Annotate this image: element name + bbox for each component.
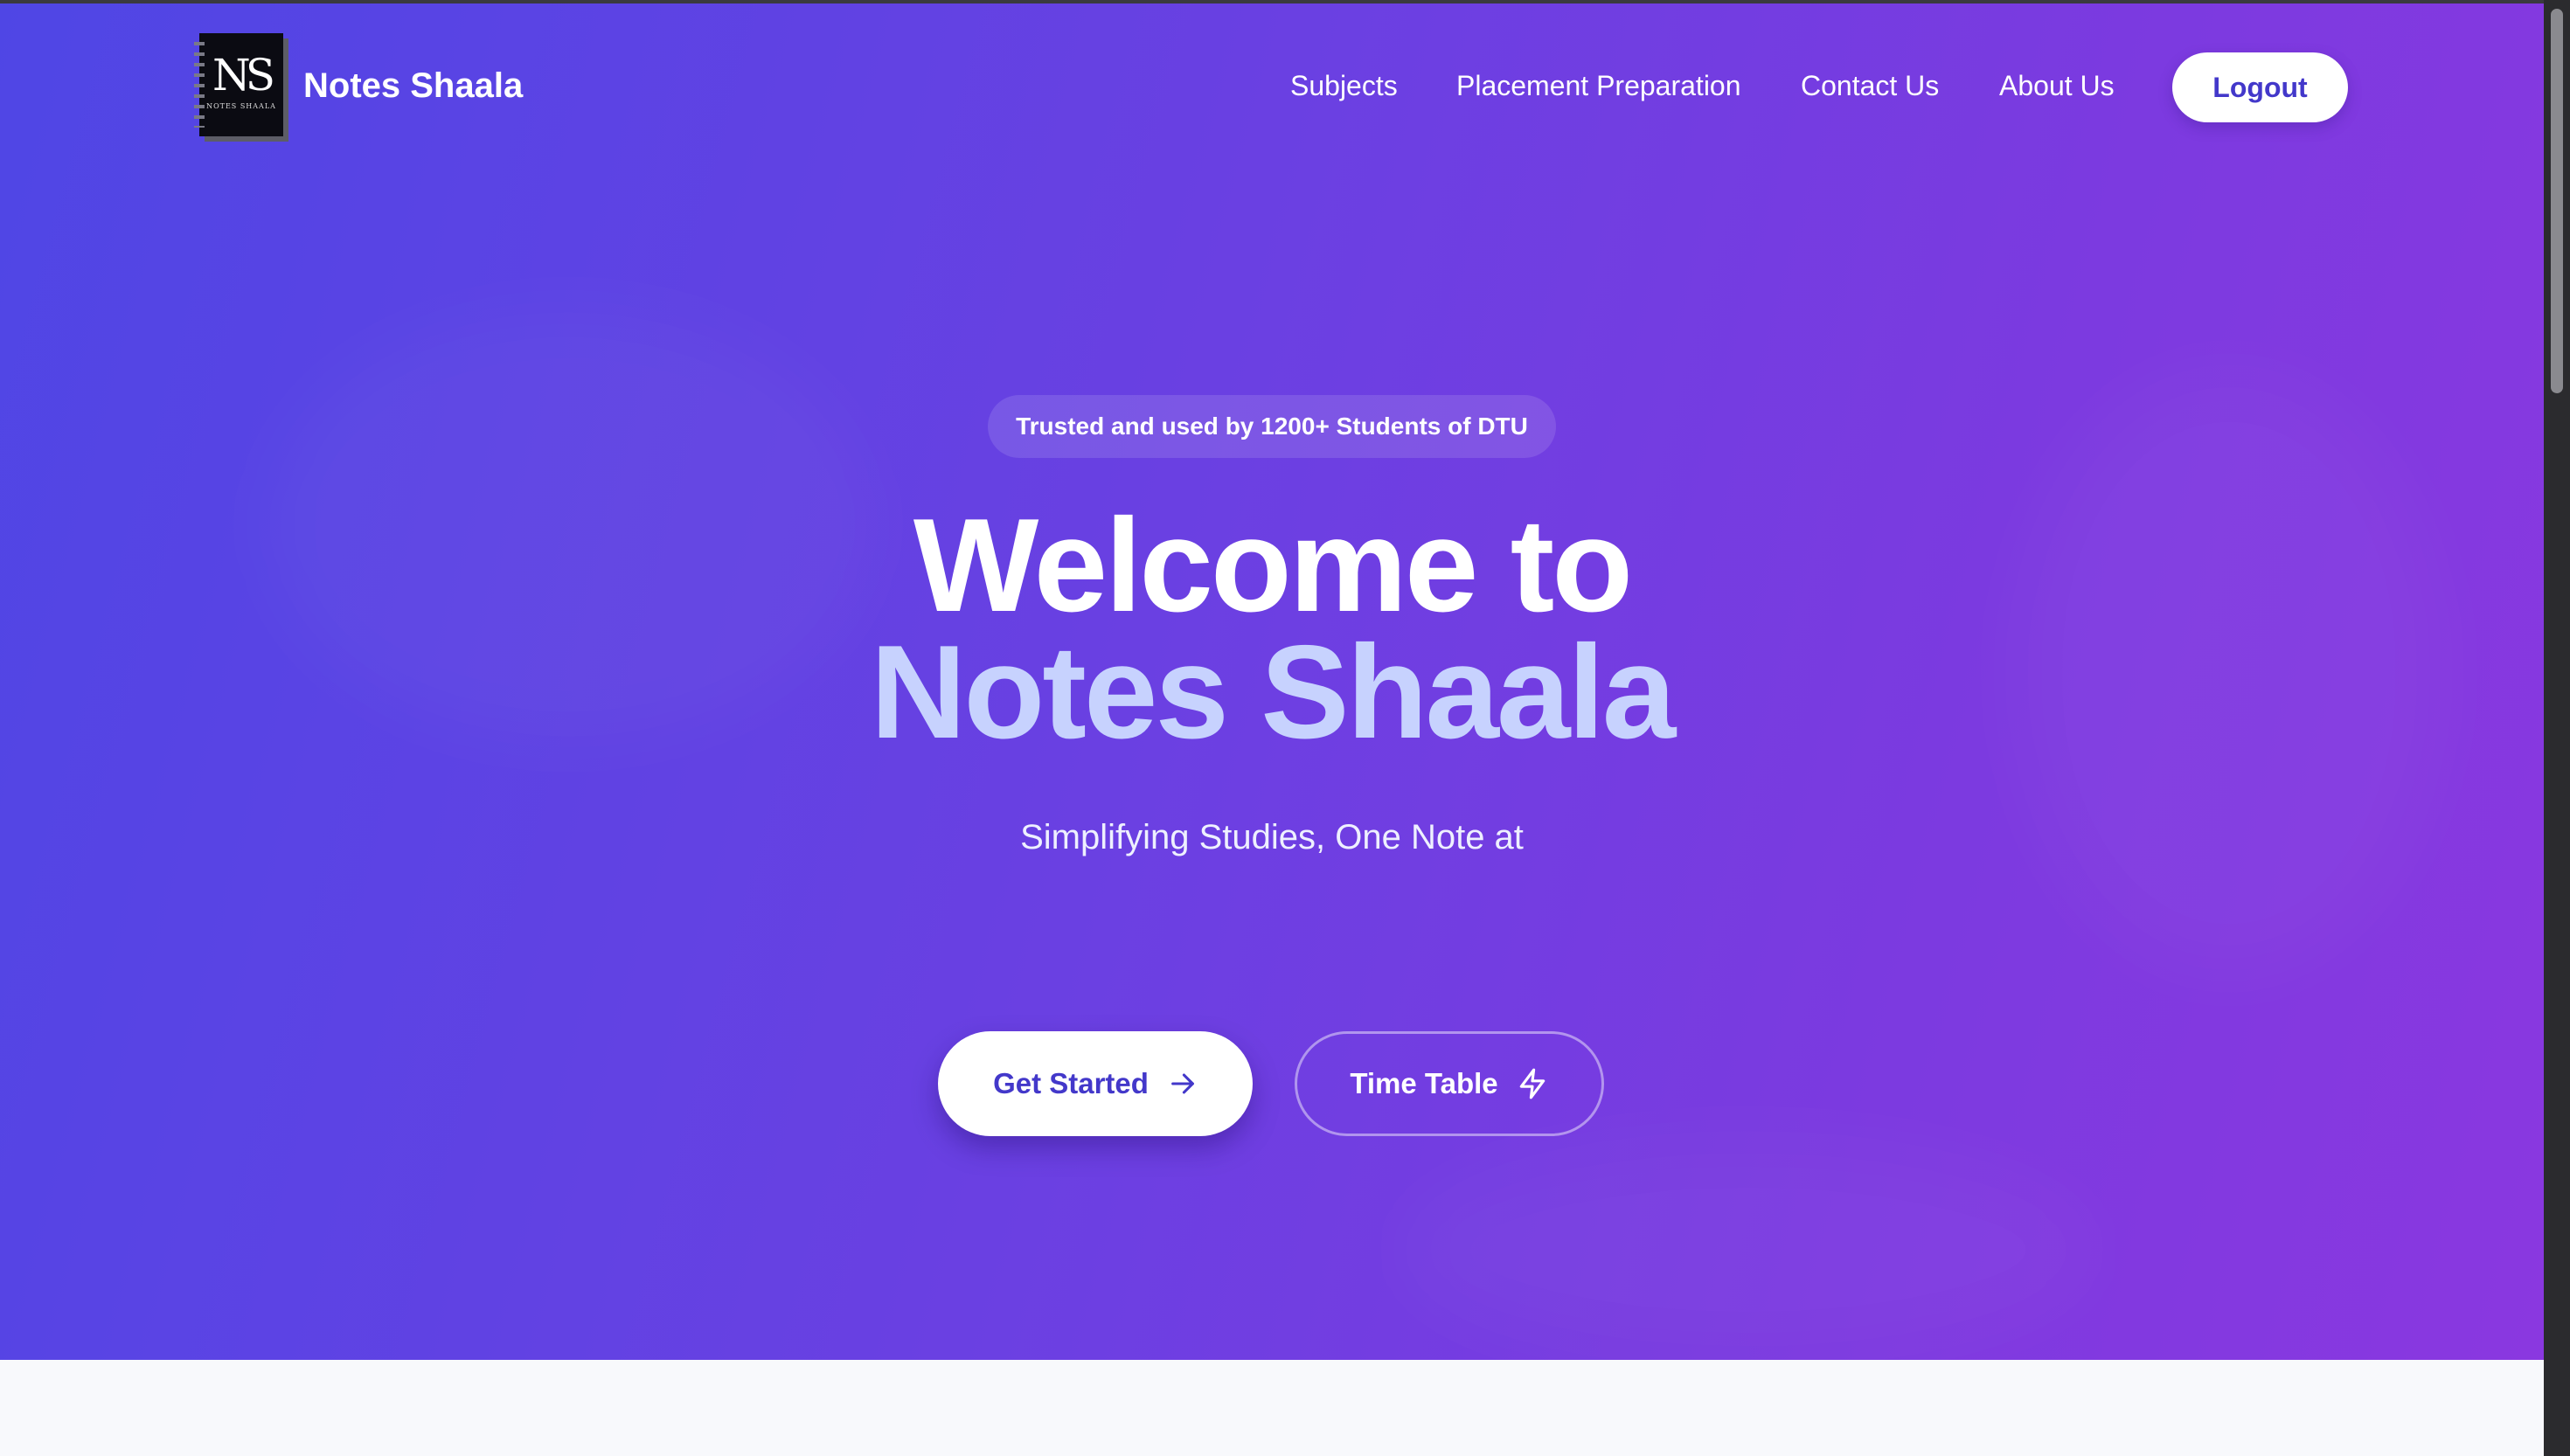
hero-section: NS NOTES SHAALA Notes Shaala Subjects Pl…	[0, 0, 2544, 1360]
lightning-bolt-icon	[1516, 1067, 1549, 1100]
brand-name[interactable]: Notes Shaala	[303, 65, 523, 107]
page: NS NOTES SHAALA Notes Shaala Subjects Pl…	[0, 0, 2544, 1456]
window-top-border	[0, 0, 2570, 3]
notebook-rings	[194, 42, 205, 128]
nav-link-subjects[interactable]: Subjects	[1290, 65, 1398, 107]
nav-link-contact-us[interactable]: Contact Us	[1801, 65, 1939, 107]
hero-title-line-1: Welcome to	[913, 491, 1633, 640]
browser-viewport: NS NOTES SHAALA Notes Shaala Subjects Pl…	[0, 0, 2570, 1456]
get-started-label: Get Started	[993, 1067, 1149, 1099]
time-table-button[interactable]: Time Table	[1295, 1031, 1604, 1136]
get-started-button[interactable]: Get Started	[938, 1031, 1253, 1136]
logout-button[interactable]: Logout	[2172, 52, 2348, 122]
vertical-scrollbar[interactable]	[2544, 0, 2570, 1456]
background-blur-shape	[1399, 1136, 2098, 1360]
logo-monogram: NS	[212, 49, 275, 101]
nav-link-about-us[interactable]: About Us	[1999, 65, 2115, 107]
hero-title-line-2: Notes Shaala	[870, 618, 1677, 766]
arrow-right-icon	[1168, 1069, 1198, 1099]
scrollbar-thumb[interactable]	[2551, 9, 2563, 393]
nav-link-placement-preparation[interactable]: Placement Preparation	[1456, 65, 1741, 107]
brand-logo[interactable]: NS NOTES SHAALA	[194, 33, 283, 136]
trust-badge: Trusted and used by 1200+ Students of DT…	[988, 395, 1556, 458]
hero-subtitle: Simplifying Studies, One Note at	[1020, 818, 1524, 856]
time-table-label: Time Table	[1350, 1067, 1498, 1099]
logo-caption: NOTES SHAALA	[206, 101, 276, 110]
